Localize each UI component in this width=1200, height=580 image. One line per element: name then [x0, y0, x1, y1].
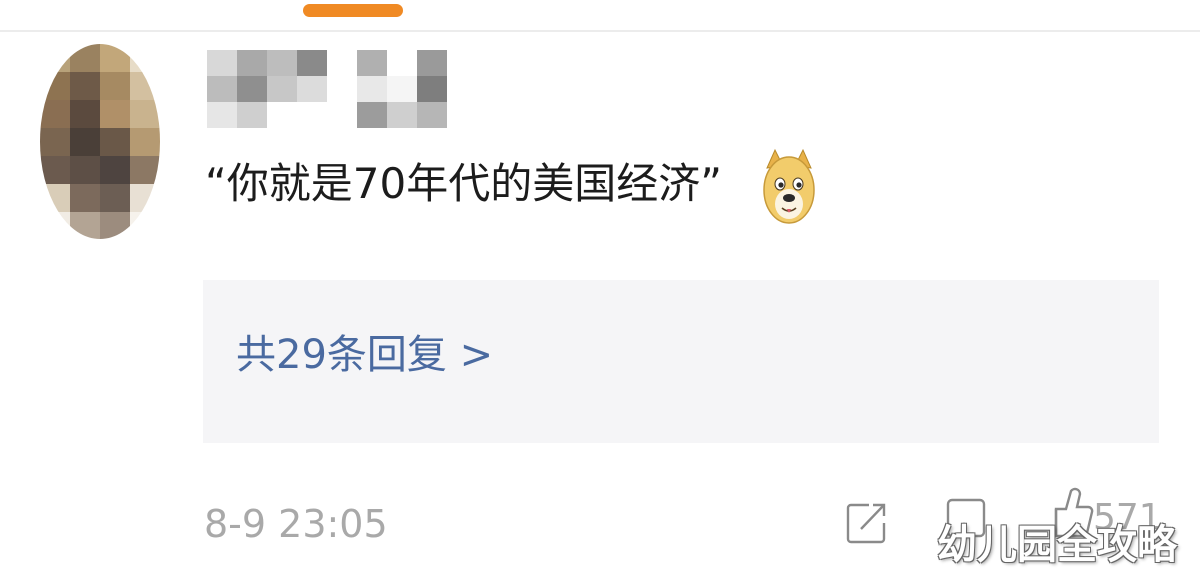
avatar-pixel [100, 72, 130, 100]
username-pixel [357, 102, 387, 128]
avatar-pixel [130, 156, 160, 184]
username-pixel [207, 76, 237, 102]
username-pixel [417, 102, 447, 128]
username-pixel [267, 76, 297, 102]
avatar-pixel [40, 128, 70, 156]
view-replies-link[interactable]: 共29条回复 > [236, 335, 493, 375]
avatar-pixel [40, 72, 70, 100]
avatar-pixel [130, 100, 160, 128]
avatar-pixel [130, 128, 160, 156]
watermark: 幼儿园全攻略 [937, 522, 1177, 568]
username-pixel [417, 76, 447, 102]
avatar-pixel [70, 100, 100, 128]
username-pixel [267, 102, 297, 128]
avatar-pixel [130, 72, 160, 100]
avatar-pixel [70, 44, 100, 72]
username-pixel [207, 50, 237, 76]
username-pixel [237, 76, 267, 102]
doge-emoji-icon [763, 148, 815, 224]
avatar-pixel [100, 100, 130, 128]
top-divider [0, 30, 1200, 32]
username-pixel [387, 76, 417, 102]
avatar-pixel [70, 184, 100, 212]
avatar-pixel [70, 156, 100, 184]
avatar-pixel [40, 212, 70, 239]
username-pixel [327, 76, 357, 102]
avatar-pixel [130, 44, 160, 72]
avatar-pixel [70, 212, 100, 239]
share-icon[interactable] [845, 497, 887, 547]
avatar-pixel [70, 72, 100, 100]
avatar-pixel [100, 44, 130, 72]
username-pixel [237, 102, 267, 128]
username-pixel [387, 50, 417, 76]
avatar-pixel [40, 184, 70, 212]
username-blurred[interactable] [207, 50, 447, 128]
username-pixel [297, 50, 327, 76]
reply-summary-box[interactable]: 共29条回复 > [203, 280, 1159, 443]
username-pixel [387, 102, 417, 128]
username-pixel [327, 102, 357, 128]
avatar-pixel [70, 128, 100, 156]
comment-timestamp: 8-9 23:05 [204, 502, 388, 546]
username-pixel [297, 76, 327, 102]
avatar-pixel [130, 184, 160, 212]
username-pixel [327, 50, 357, 76]
avatar-pixel [40, 156, 70, 184]
username-pixel [267, 50, 297, 76]
avatar-pixel [40, 100, 70, 128]
active-tab-indicator [303, 4, 403, 17]
username-pixel [357, 50, 387, 76]
avatar-pixel [100, 184, 130, 212]
avatar-pixel [100, 212, 130, 239]
avatar-pixel [100, 156, 130, 184]
username-pixel [237, 50, 267, 76]
avatar-pixel [100, 128, 130, 156]
comment-text: “你就是70年代的美国经济” [205, 159, 722, 208]
avatar-pixel [40, 44, 70, 72]
avatar[interactable] [40, 44, 160, 239]
username-pixel [297, 102, 327, 128]
avatar-pixel [130, 212, 160, 239]
username-pixel [207, 102, 237, 128]
username-pixel [357, 76, 387, 102]
username-pixel [417, 50, 447, 76]
